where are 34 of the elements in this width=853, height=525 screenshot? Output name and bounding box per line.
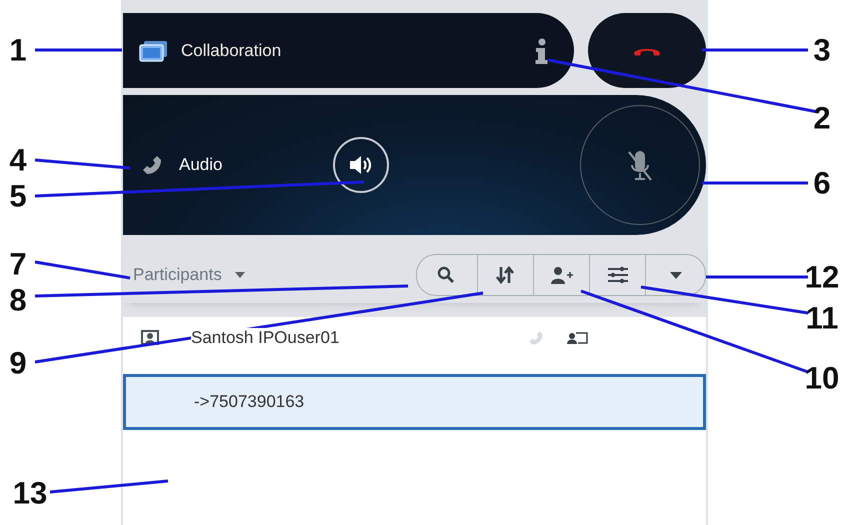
- mute-button[interactable]: [580, 105, 700, 225]
- audio-label: Audio: [179, 155, 224, 175]
- callout-number: 11: [806, 302, 838, 334]
- callout-number: 3: [813, 34, 831, 66]
- collaboration-title: Collaboration: [181, 40, 282, 60]
- speaker-button[interactable]: [333, 137, 389, 193]
- callout-number: 6: [813, 168, 831, 198]
- sort-icon: [494, 265, 516, 285]
- participant-row[interactable]: ->7507390163: [123, 374, 706, 430]
- callout-number: 5: [9, 180, 27, 212]
- callout-number: 8: [9, 284, 27, 316]
- callout-number: 4: [9, 144, 27, 176]
- callout-number: 12: [804, 262, 840, 292]
- callout-number: 13: [12, 478, 48, 508]
- contact-card-icon: [566, 331, 588, 345]
- caret-icon: [234, 271, 246, 279]
- participants-dropdown[interactable]: Participants: [133, 265, 246, 285]
- participant-row[interactable]: Santosh IPOuser01: [123, 317, 706, 359]
- callout-number: 1: [9, 34, 27, 66]
- callout-number: 2: [813, 102, 831, 134]
- info-icon[interactable]: [534, 36, 548, 64]
- sliders-icon: [606, 265, 628, 285]
- more-button[interactable]: [645, 255, 705, 295]
- video-icon: [141, 330, 159, 346]
- callout-number: 10: [804, 362, 840, 394]
- phone-icon: [141, 154, 163, 176]
- participant-name: ->7507390163: [194, 392, 304, 412]
- hang-up-button[interactable]: [588, 13, 706, 88]
- callout-number: 7: [9, 248, 27, 280]
- add-person-icon: [550, 265, 572, 285]
- screens-icon: [139, 38, 169, 62]
- phone-icon: [528, 330, 544, 346]
- speaker-icon: [348, 153, 374, 177]
- callout-number: 9: [9, 348, 27, 378]
